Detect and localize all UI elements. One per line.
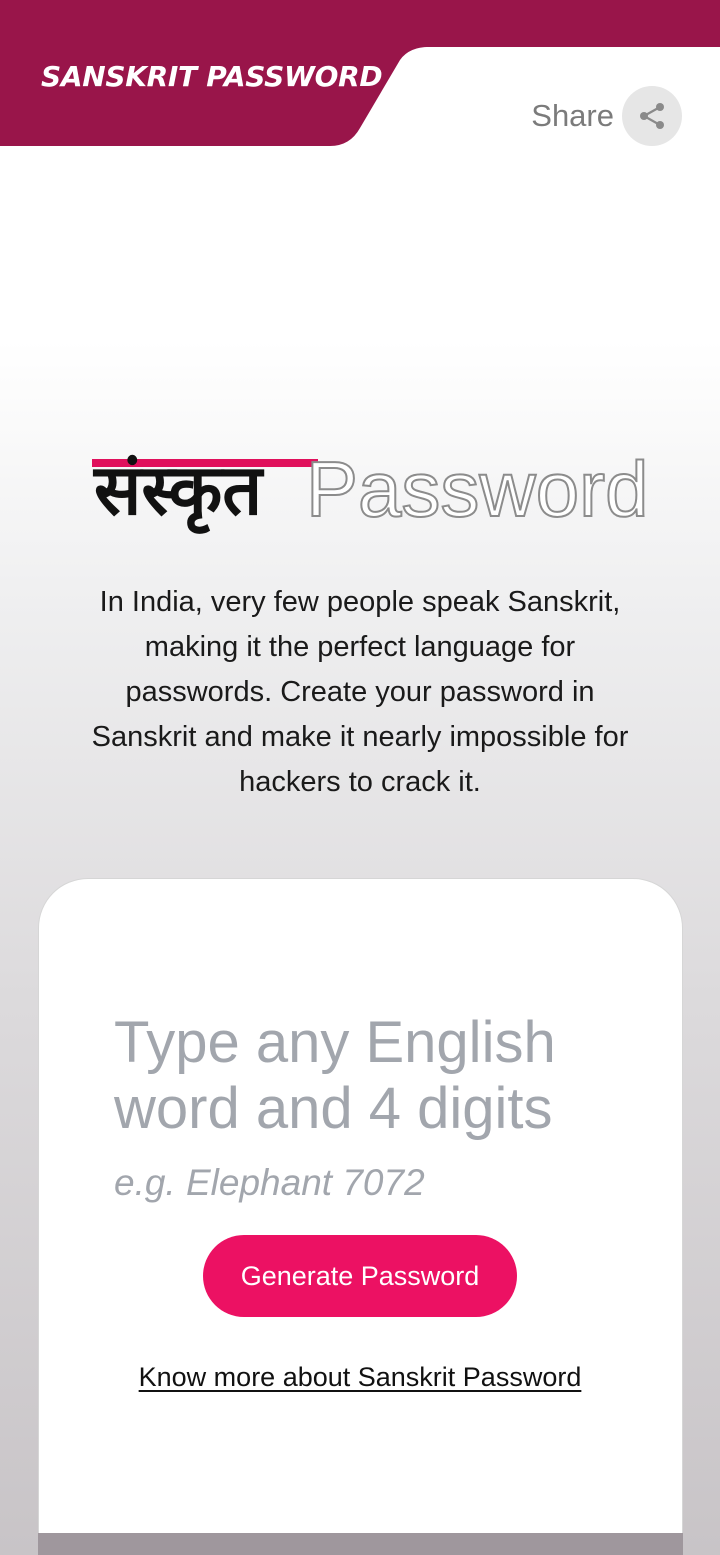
- share-button[interactable]: Share: [531, 86, 682, 146]
- intro-text: In India, very few people speak Sanskrit…: [91, 586, 629, 798]
- brand-title[interactable]: SANSKRIT PASSWORD: [41, 60, 383, 93]
- card-bottom-strip: [38, 1533, 683, 1555]
- share-icon[interactable]: [622, 86, 682, 146]
- generate-password-button[interactable]: Generate Password: [203, 1235, 517, 1317]
- know-more-container: Know more about Sanskrit Password: [0, 1362, 720, 1393]
- know-more-link[interactable]: Know more about Sanskrit Password: [139, 1362, 582, 1392]
- logo-sanskrit-text: संस्कृत: [94, 449, 263, 531]
- word-input[interactable]: Type any English word and 4 digits: [114, 1010, 614, 1150]
- password-card: [38, 878, 683, 1555]
- example-text: e.g. Elephant 7072: [114, 1162, 425, 1203]
- app-header: SANSKRIT PASSWORD Share: [0, 0, 720, 146]
- share-label: Share: [531, 98, 614, 133]
- logo-password-text: Password: [305, 444, 649, 534]
- sanskrit-password-logo: संस्कृत Password: [90, 436, 649, 544]
